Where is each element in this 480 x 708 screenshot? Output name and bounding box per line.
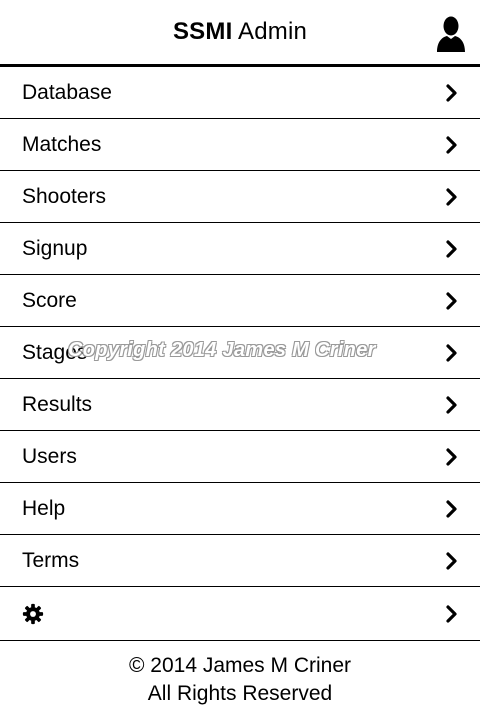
menu-item-score[interactable]: Score [0,275,480,327]
user-icon[interactable] [436,16,466,52]
chevron-right-icon [446,187,457,206]
menu-item-database[interactable]: Database [0,67,480,119]
menu-item-label: Shooters [22,184,107,208]
chevron-right-icon [446,604,457,623]
page-title: SSMI Admin [173,18,307,46]
app-header: SSMI Admin [0,0,480,67]
menu-item-label: Users [22,444,77,468]
menu-item-label: Terms [22,548,80,572]
chevron-right-icon [446,83,457,102]
menu-item-help[interactable]: Help [0,483,480,535]
chevron-right-icon [446,499,457,518]
menu-item-label: Signup [22,236,88,260]
rights-line: All Rights Reserved [147,682,333,705]
chevron-right-icon [446,343,457,362]
chevron-right-icon [446,447,457,466]
gear-icon [22,603,44,624]
menu-item-label: Results [22,392,93,416]
menu-item-settings[interactable] [0,587,480,641]
menu-item-label: Help [22,496,66,520]
chevron-right-icon [446,291,457,310]
chevron-right-icon [446,239,457,258]
copyright-line: © 2014 James M Criner [128,654,352,677]
main-menu: Database Matches Shooters Signup Score S… [0,67,480,641]
menu-item-matches[interactable]: Matches [0,119,480,171]
footer: © 2014 James M Criner All Rights Reserve… [0,652,480,708]
chevron-right-icon [446,395,457,414]
brand-name: SSMI [172,18,233,45]
chevron-right-icon [446,551,457,570]
menu-item-label: Database [22,80,112,104]
menu-item-results[interactable]: Results [0,379,480,431]
menu-item-terms[interactable]: Terms [0,535,480,587]
chevron-right-icon [446,135,457,154]
menu-item-users[interactable]: Users [0,431,480,483]
menu-item-stages[interactable]: Stages [0,327,480,379]
menu-item-label: Matches [22,132,102,156]
title-suffix: Admin [238,18,308,45]
menu-item-shooters[interactable]: Shooters [0,171,480,223]
menu-item-signup[interactable]: Signup [0,223,480,275]
menu-item-label: Stages [22,340,88,364]
menu-item-label: Score [22,288,77,312]
